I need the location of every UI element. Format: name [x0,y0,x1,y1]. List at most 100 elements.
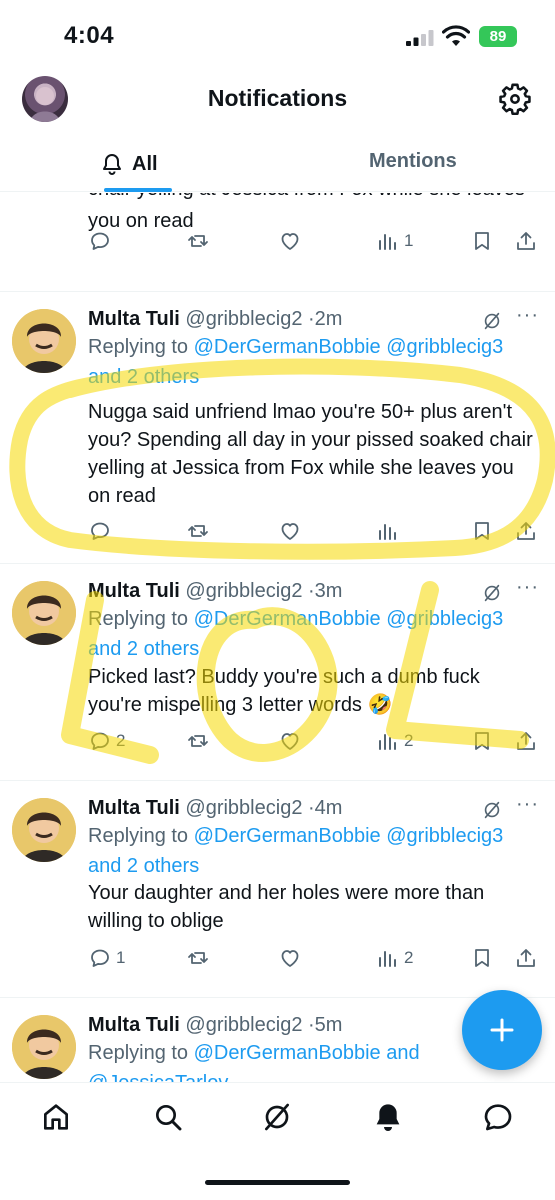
like-icon [281,733,299,750]
bookmark-button[interactable] [470,943,494,973]
nav-search[interactable] [148,1097,188,1137]
reply-button[interactable] [88,516,116,546]
reply-button[interactable] [88,226,112,256]
more-options-icon[interactable]: ··· [516,304,539,327]
repost-button[interactable] [186,516,210,546]
repost-icon [188,235,208,247]
like-button[interactable] [278,726,302,756]
header: Notifications All Mentions [0,72,555,192]
bookmark-button[interactable] [470,226,494,256]
views-count: 2 [404,731,414,750]
timestamp: 2m [314,308,343,330]
tab-all[interactable]: All [100,148,158,180]
share-icon [517,949,535,967]
grok-icon[interactable] [481,310,503,332]
views-icon [379,234,396,250]
repost-button[interactable] [186,226,210,256]
wifi-icon [442,25,470,46]
post-header: Multa Tuli @gribblecig2 ·5m [88,1014,485,1040]
reply-icon [91,732,109,750]
timestamp: 5m [314,1014,343,1036]
handle[interactable]: @gribblecig2 [185,580,302,602]
like-icon [281,523,299,540]
nav-grok[interactable] [257,1097,297,1137]
status-time: 4:04 [64,22,115,49]
share-button[interactable] [514,726,538,756]
dot-separator: · [308,1014,315,1036]
grok-icon[interactable] [481,582,503,604]
reply-button[interactable]: 1 [88,943,125,973]
avatar[interactable] [12,581,76,645]
views-button[interactable]: 1 [376,226,413,256]
bookmark-button[interactable] [470,726,494,756]
nav-notifications[interactable] [368,1097,408,1137]
handle[interactable]: @gribblecig2 [185,308,302,330]
nav-home[interactable] [36,1097,76,1137]
views-count: 2 [404,948,414,967]
gear-icon[interactable] [498,82,532,116]
grok-icon [265,1103,289,1131]
reply-count: 1 [116,948,126,967]
active-tab-indicator [104,188,172,192]
repost-icon [188,525,208,537]
post-header: Multa Tuli @gribblecig2 ·2m [88,308,485,334]
avatar[interactable] [12,309,76,373]
post-actions: 1 2 [0,943,555,973]
like-button[interactable] [278,943,302,973]
dot-separator: · [308,308,315,330]
display-name[interactable]: Multa Tuli [88,308,180,330]
handle[interactable]: @gribblecig2 [185,1014,302,1036]
reply-icon [91,232,109,250]
repost-icon [188,735,208,747]
reply-icon [91,949,109,967]
views-button[interactable] [376,516,404,546]
display-name[interactable]: Multa Tuli [88,580,180,602]
views-button[interactable]: 2 [376,726,413,756]
replying-prefix: Replying to [88,608,189,630]
dot-separator: · [308,580,315,602]
replying-prefix: Replying to [88,336,189,358]
repost-button[interactable] [186,943,210,973]
like-button[interactable] [278,516,302,546]
page-title: Notifications [207,85,348,111]
compose-button[interactable] [462,990,542,1070]
bookmark-button[interactable] [470,516,494,546]
like-icon [281,950,299,967]
nav-messages[interactable] [478,1097,518,1137]
share-icon [517,732,535,750]
share-button[interactable] [514,943,538,973]
notifications-feed[interactable]: chair yelling at Jessica from Fox while … [0,193,555,1082]
like-button[interactable] [278,226,302,256]
handle[interactable]: @gribblecig2 [185,797,302,819]
display-name[interactable]: Multa Tuli [88,1014,180,1036]
post-item[interactable]: Multa Tuli @gribblecig2 ·4m ··· Replying… [0,781,555,998]
display-name[interactable]: Multa Tuli [88,797,180,819]
avatar[interactable] [12,798,76,862]
reply-button[interactable]: 2 [88,726,125,756]
share-button[interactable] [514,226,538,256]
replying-to: Replying to @DerGermanBobbie @gribblecig… [88,332,538,392]
messages-icon [484,1104,512,1131]
more-options-icon[interactable]: ··· [516,576,539,599]
post-item[interactable]: Multa Tuli @gribblecig2 ·2m ··· Replying… [0,292,555,564]
tab-mentions[interactable]: Mentions [369,150,457,173]
replying-prefix: Replying to [88,825,189,847]
repost-button[interactable] [186,726,210,756]
post-text: Picked last? Buddy you're such a dumb fu… [88,666,480,716]
post-header: Multa Tuli @gribblecig2 ·4m [88,797,485,823]
like-icon [281,233,299,250]
replying-to: Replying to @DerGermanBobbie @gribblecig… [88,604,538,664]
bookmark-icon [475,522,489,540]
views-icon [379,734,396,750]
reply-icon [91,522,109,540]
grok-icon[interactable] [481,799,503,821]
post-item[interactable]: chair yelling at Jessica from Fox while … [0,193,555,292]
post-item[interactable]: Multa Tuli @gribblecig2 ·3m ··· Replying… [0,564,555,781]
post-header: Multa Tuli @gribblecig2 ·3m [88,580,485,606]
share-button[interactable] [514,516,538,546]
views-button[interactable]: 2 [376,943,413,973]
more-options-icon[interactable]: ··· [516,793,539,816]
dot-separator: · [308,797,315,819]
bell-filled-icon [376,1104,400,1131]
avatar[interactable] [12,1015,76,1079]
